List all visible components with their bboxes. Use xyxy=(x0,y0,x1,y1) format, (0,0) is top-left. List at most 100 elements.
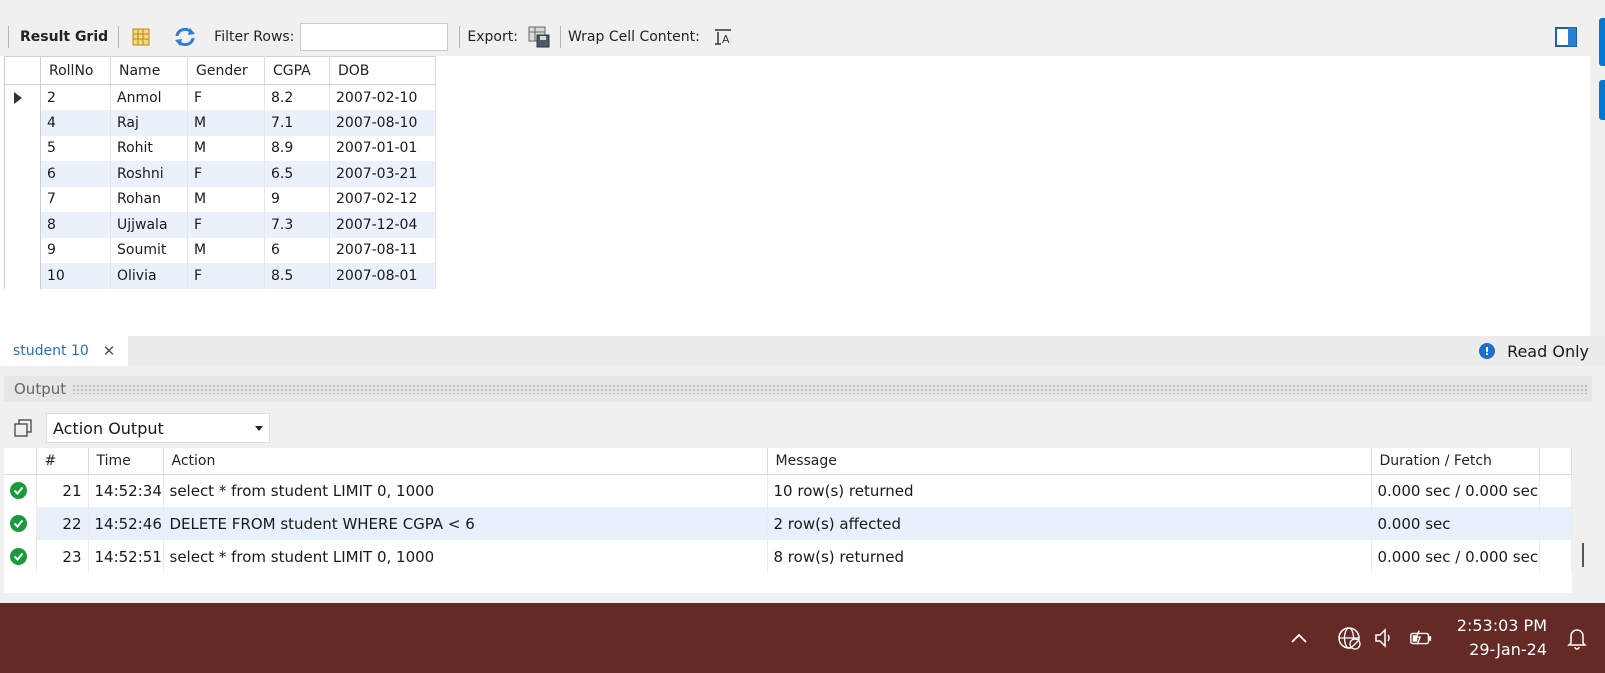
grid-form-icon[interactable] xyxy=(128,24,154,50)
network-icon[interactable] xyxy=(1337,626,1361,650)
output-type-select[interactable]: Action Output xyxy=(46,413,270,443)
row-selector[interactable] xyxy=(4,110,41,136)
cell-gender[interactable]: M xyxy=(187,186,265,212)
volume-icon[interactable] xyxy=(1373,626,1397,650)
cell-cgpa[interactable]: 8.2 xyxy=(264,84,330,110)
export-icon[interactable] xyxy=(526,24,552,50)
cell-cgpa[interactable]: 7.3 xyxy=(264,212,330,238)
wrap-text-icon[interactable]: A xyxy=(710,24,736,50)
table-row[interactable]: 9 Soumit M 6 2007-08-11 xyxy=(4,237,436,263)
cell-rollno[interactable]: 2 xyxy=(40,84,111,110)
cell-duration[interactable]: 0.000 sec / 0.000 sec xyxy=(1371,540,1540,573)
cell-rollno[interactable]: 10 xyxy=(40,263,111,289)
row-selector[interactable] xyxy=(4,212,41,238)
column-header-message[interactable]: Message xyxy=(767,448,1372,475)
cell-time[interactable]: 14:52:34 xyxy=(88,474,164,507)
cell-gender[interactable]: M xyxy=(187,110,265,136)
notification-bell-icon[interactable] xyxy=(1565,626,1589,650)
cell-name[interactable]: Ujjwala xyxy=(110,212,188,238)
cell-dob[interactable]: 2007-08-11 xyxy=(329,237,436,263)
chevron-up-icon[interactable] xyxy=(1287,626,1311,650)
table-row[interactable]: 7 Rohan M 9 2007-02-12 xyxy=(4,186,436,212)
column-header-cgpa[interactable]: CGPA xyxy=(264,56,330,85)
taskbar-clock[interactable]: 2:53:03 PM 29-Jan-24 xyxy=(1457,614,1547,662)
cell-action[interactable]: select * from student LIMIT 0, 1000 xyxy=(163,474,768,507)
cell-rollno[interactable]: 5 xyxy=(40,135,111,161)
row-header-corner[interactable] xyxy=(4,56,41,85)
row-selector[interactable] xyxy=(4,135,41,161)
cell-name[interactable]: Roshni xyxy=(110,161,188,187)
cell-gender[interactable]: F xyxy=(187,263,265,289)
cell-dob[interactable]: 2007-03-21 xyxy=(329,161,436,187)
cell-dob[interactable]: 2007-12-04 xyxy=(329,212,436,238)
cell-message[interactable]: 8 row(s) returned xyxy=(767,540,1372,573)
battery-icon[interactable] xyxy=(1409,626,1433,650)
close-icon[interactable]: ✕ xyxy=(103,342,116,360)
cell-time[interactable]: 14:52:46 xyxy=(88,507,164,540)
row-selector[interactable] xyxy=(4,161,41,187)
column-header-action[interactable]: Action xyxy=(163,448,768,475)
row-selector[interactable] xyxy=(4,84,41,110)
column-header-name[interactable]: Name xyxy=(110,56,188,85)
cell-number[interactable]: 23 xyxy=(36,540,89,573)
output-scrollbar-thumb[interactable] xyxy=(1582,543,1584,567)
cell-gender[interactable]: F xyxy=(187,84,265,110)
cell-dob[interactable]: 2007-02-10 xyxy=(329,84,436,110)
filter-rows-input[interactable] xyxy=(300,23,449,51)
column-header-status[interactable] xyxy=(4,448,37,475)
column-header-gender[interactable]: Gender xyxy=(187,56,265,85)
cell-gender[interactable]: F xyxy=(187,212,265,238)
cell-rollno[interactable]: 9 xyxy=(40,237,111,263)
cell-name[interactable]: Olivia xyxy=(110,263,188,289)
cell-number[interactable]: 21 xyxy=(36,474,89,507)
table-row[interactable]: 23 14:52:51 select * from student LIMIT … xyxy=(4,540,1572,573)
scrollbar-thumb[interactable] xyxy=(1599,18,1605,66)
cell-number[interactable]: 22 xyxy=(36,507,89,540)
table-row[interactable]: 22 14:52:46 DELETE FROM student WHERE CG… xyxy=(4,507,1572,540)
table-row[interactable]: 2 Anmol F 8.2 2007-02-10 xyxy=(4,84,436,110)
cell-gender[interactable]: F xyxy=(187,161,265,187)
cell-name[interactable]: Anmol xyxy=(110,84,188,110)
column-header-rollno[interactable]: RollNo xyxy=(40,56,111,85)
table-row[interactable]: 6 Roshni F 6.5 2007-03-21 xyxy=(4,161,436,187)
row-selector[interactable] xyxy=(4,237,41,263)
table-row[interactable]: 10 Olivia F 8.5 2007-08-01 xyxy=(4,263,436,289)
result-grid-label[interactable]: Result Grid xyxy=(20,29,108,45)
table-row[interactable]: 4 Raj M 7.1 2007-08-10 xyxy=(4,110,436,136)
cell-rollno[interactable]: 4 xyxy=(40,110,111,136)
cell-gender[interactable]: M xyxy=(187,237,265,263)
cell-duration[interactable]: 0.000 sec xyxy=(1371,507,1540,540)
cell-cgpa[interactable]: 6 xyxy=(264,237,330,263)
cell-dob[interactable]: 2007-08-01 xyxy=(329,263,436,289)
cell-cgpa[interactable]: 9 xyxy=(264,186,330,212)
column-header-duration[interactable]: Duration / Fetch xyxy=(1371,448,1540,475)
cell-cgpa[interactable]: 8.5 xyxy=(264,263,330,289)
cell-name[interactable]: Soumit xyxy=(110,237,188,263)
cell-cgpa[interactable]: 6.5 xyxy=(264,161,330,187)
cell-gender[interactable]: M xyxy=(187,135,265,161)
cell-message[interactable]: 2 row(s) affected xyxy=(767,507,1372,540)
toggle-panel-icon[interactable] xyxy=(1553,24,1579,50)
column-header-time[interactable]: Time xyxy=(88,448,164,475)
cell-rollno[interactable]: 7 xyxy=(40,186,111,212)
table-row[interactable]: 5 Rohit M 8.9 2007-01-01 xyxy=(4,135,436,161)
panel-drag-handle[interactable] xyxy=(72,384,1588,394)
cell-dob[interactable]: 2007-02-12 xyxy=(329,186,436,212)
refresh-icon[interactable] xyxy=(172,24,198,50)
cell-message[interactable]: 10 row(s) returned xyxy=(767,474,1372,507)
cell-time[interactable]: 14:52:51 xyxy=(88,540,164,573)
right-scrollbar[interactable] xyxy=(1590,18,1605,328)
cell-rollno[interactable]: 8 xyxy=(40,212,111,238)
scrollbar-thumb[interactable] xyxy=(1599,80,1605,120)
tab-student-10[interactable]: student 10 ✕ xyxy=(0,336,128,366)
cell-duration[interactable]: 0.000 sec / 0.000 sec xyxy=(1371,474,1540,507)
cell-name[interactable]: Raj xyxy=(110,110,188,136)
cell-name[interactable]: Rohit xyxy=(110,135,188,161)
cell-cgpa[interactable]: 7.1 xyxy=(264,110,330,136)
row-selector[interactable] xyxy=(4,186,41,212)
table-row[interactable]: 8 Ujjwala F 7.3 2007-12-04 xyxy=(4,212,436,238)
cell-rollno[interactable]: 6 xyxy=(40,161,111,187)
copy-icon[interactable] xyxy=(10,415,36,441)
cell-cgpa[interactable]: 8.9 xyxy=(264,135,330,161)
cell-name[interactable]: Rohan xyxy=(110,186,188,212)
